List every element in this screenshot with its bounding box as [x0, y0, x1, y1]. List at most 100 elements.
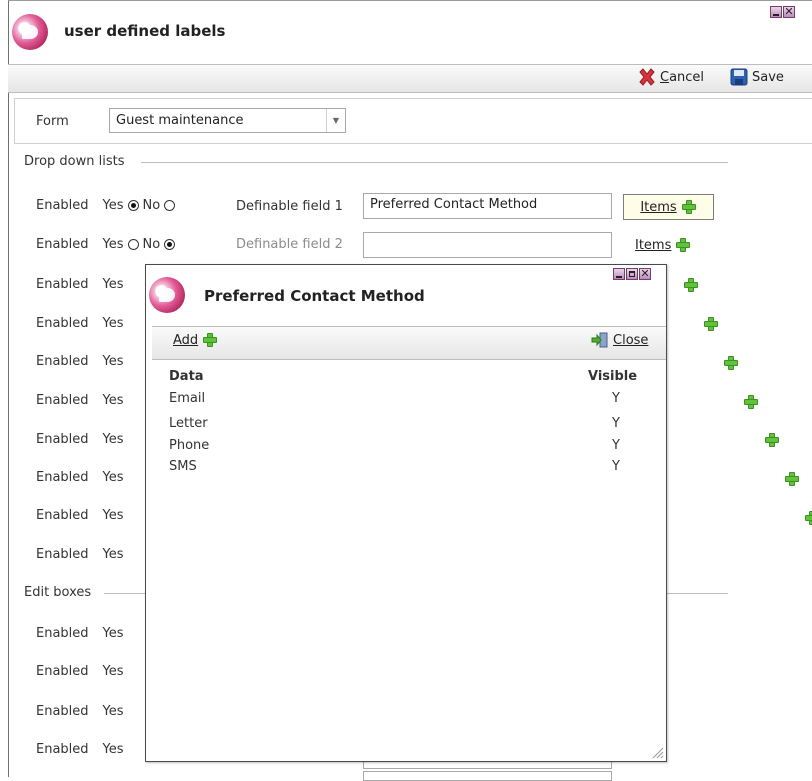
items-button-2[interactable]: Items: [635, 237, 691, 253]
close-button[interactable]: Close: [591, 332, 648, 348]
list-item-data[interactable]: Phone: [169, 438, 209, 453]
cancel-button[interactable]: Cancel: [638, 68, 704, 86]
dropdown-row-1: Enabled Yes No: [36, 198, 176, 213]
enabled-yes-radio[interactable]: [127, 239, 139, 250]
dropdown-row-9: Enabled Yes: [36, 508, 124, 523]
dropdown-row-5: Enabled Yes: [36, 354, 124, 369]
dropdown-row-2: Enabled Yes No: [36, 237, 176, 252]
maximize-icon: [629, 271, 635, 277]
yes-label: Yes: [102, 742, 124, 757]
enabled-label: Enabled: [36, 508, 89, 523]
yes-label: Yes: [102, 432, 124, 447]
add-button[interactable]: Add: [173, 332, 218, 348]
yes-label: Yes: [102, 316, 124, 331]
enabled-no-radio[interactable]: [164, 239, 176, 250]
dropdown-row-4: Enabled Yes: [36, 316, 124, 331]
window-border: [8, 0, 9, 777]
definable-field-1-input[interactable]: Preferred Contact Method: [363, 193, 612, 219]
field-label-2: Definable field 2: [236, 237, 343, 252]
list-item-data[interactable]: SMS: [169, 459, 197, 474]
maximize-button[interactable]: [626, 268, 638, 280]
no-label: No: [142, 198, 161, 213]
enabled-label: Enabled: [36, 432, 89, 447]
yes-label: Yes: [102, 237, 124, 252]
list-item-data[interactable]: Letter: [169, 416, 208, 431]
plus-icon[interactable]: [723, 355, 739, 371]
window-title: user defined labels: [64, 22, 226, 40]
close-icon: ✕: [784, 5, 794, 18]
minimize-icon: [616, 275, 622, 278]
items-button-1[interactable]: Items: [623, 194, 714, 220]
save-icon: [730, 68, 748, 86]
app-logo: [149, 277, 185, 313]
enabled-no-radio[interactable]: [164, 200, 176, 211]
close-window-button[interactable]: ✕: [783, 6, 795, 18]
plus-icon[interactable]: [764, 432, 780, 448]
yes-label: Yes: [102, 626, 124, 641]
yes-label: Yes: [102, 393, 124, 408]
enabled-yes-radio[interactable]: [127, 200, 139, 211]
form-select[interactable]: Guest maintenance ▼: [109, 108, 346, 133]
dialog-window-controls: ✕: [613, 268, 651, 280]
yes-label: Yes: [102, 277, 124, 292]
list-item-visible: Y: [612, 416, 620, 431]
cancel-icon: [638, 68, 656, 86]
chevron-down-icon[interactable]: ▼: [326, 109, 345, 132]
minimize-icon: [773, 13, 779, 16]
list-item-data[interactable]: Email: [169, 391, 205, 406]
definable-field-2-input[interactable]: [363, 232, 612, 258]
no-label: No: [142, 237, 161, 252]
app-logo: [12, 14, 48, 50]
enabled-label: Enabled: [36, 742, 89, 757]
minimize-button[interactable]: [613, 268, 625, 280]
enabled-label: Enabled: [36, 316, 89, 331]
list-item-visible: Y: [612, 438, 620, 453]
enabled-label: Enabled: [36, 393, 89, 408]
enabled-label: Enabled: [36, 547, 89, 562]
items-label: Items: [640, 199, 677, 215]
dropdown-row-6: Enabled Yes: [36, 393, 124, 408]
column-header-visible: Visible: [588, 369, 638, 384]
exit-door-icon: [591, 332, 609, 348]
section-dropdowns-title: Drop down lists: [24, 154, 125, 169]
enabled-label: Enabled: [36, 470, 89, 485]
plus-icon[interactable]: [784, 471, 800, 487]
close-dialog-window-button[interactable]: ✕: [639, 268, 651, 280]
editbox-row-4: Enabled Yes: [36, 742, 124, 757]
yes-label: Yes: [102, 704, 124, 719]
plus-icon: [675, 237, 691, 253]
plus-icon[interactable]: [703, 316, 719, 332]
save-label: Save: [752, 69, 784, 85]
resize-grip[interactable]: [650, 745, 664, 759]
editbox-row-2: Enabled Yes: [36, 664, 124, 679]
plus-icon[interactable]: [683, 277, 699, 293]
yes-label: Yes: [102, 354, 124, 369]
yes-label: Yes: [102, 198, 124, 213]
enabled-label: Enabled: [36, 626, 89, 641]
window-controls: ✕: [770, 6, 795, 18]
yes-label: Yes: [102, 508, 124, 523]
yes-label: Yes: [102, 470, 124, 485]
plus-icon[interactable]: [743, 394, 759, 410]
cancel-label: Cancel: [660, 69, 705, 85]
section-divider: [141, 162, 728, 163]
form-select-value: Guest maintenance: [116, 113, 244, 128]
editbox-input[interactable]: [363, 771, 612, 781]
dialog-toolbar: [152, 326, 666, 360]
items-label: Items: [635, 237, 672, 253]
enabled-label: Enabled: [36, 664, 89, 679]
save-button[interactable]: Save: [730, 68, 784, 86]
dropdown-row-7: Enabled Yes: [36, 432, 124, 447]
enabled-label: Enabled: [36, 704, 89, 719]
dropdown-row-3: Enabled Yes: [36, 277, 124, 292]
enabled-label: Enabled: [36, 237, 89, 252]
editbox-row-3: Enabled Yes: [36, 704, 124, 719]
enabled-label: Enabled: [36, 354, 89, 369]
minimize-button[interactable]: [770, 6, 782, 18]
close-label: Close: [613, 332, 649, 348]
editbox-row-1: Enabled Yes: [36, 626, 124, 641]
items-dialog: Preferred Contact Method ✕ Add Close Dat…: [145, 264, 667, 762]
window-border: [8, 0, 812, 1]
plus-icon[interactable]: [804, 510, 812, 526]
dropdown-row-8: Enabled Yes: [36, 470, 124, 485]
